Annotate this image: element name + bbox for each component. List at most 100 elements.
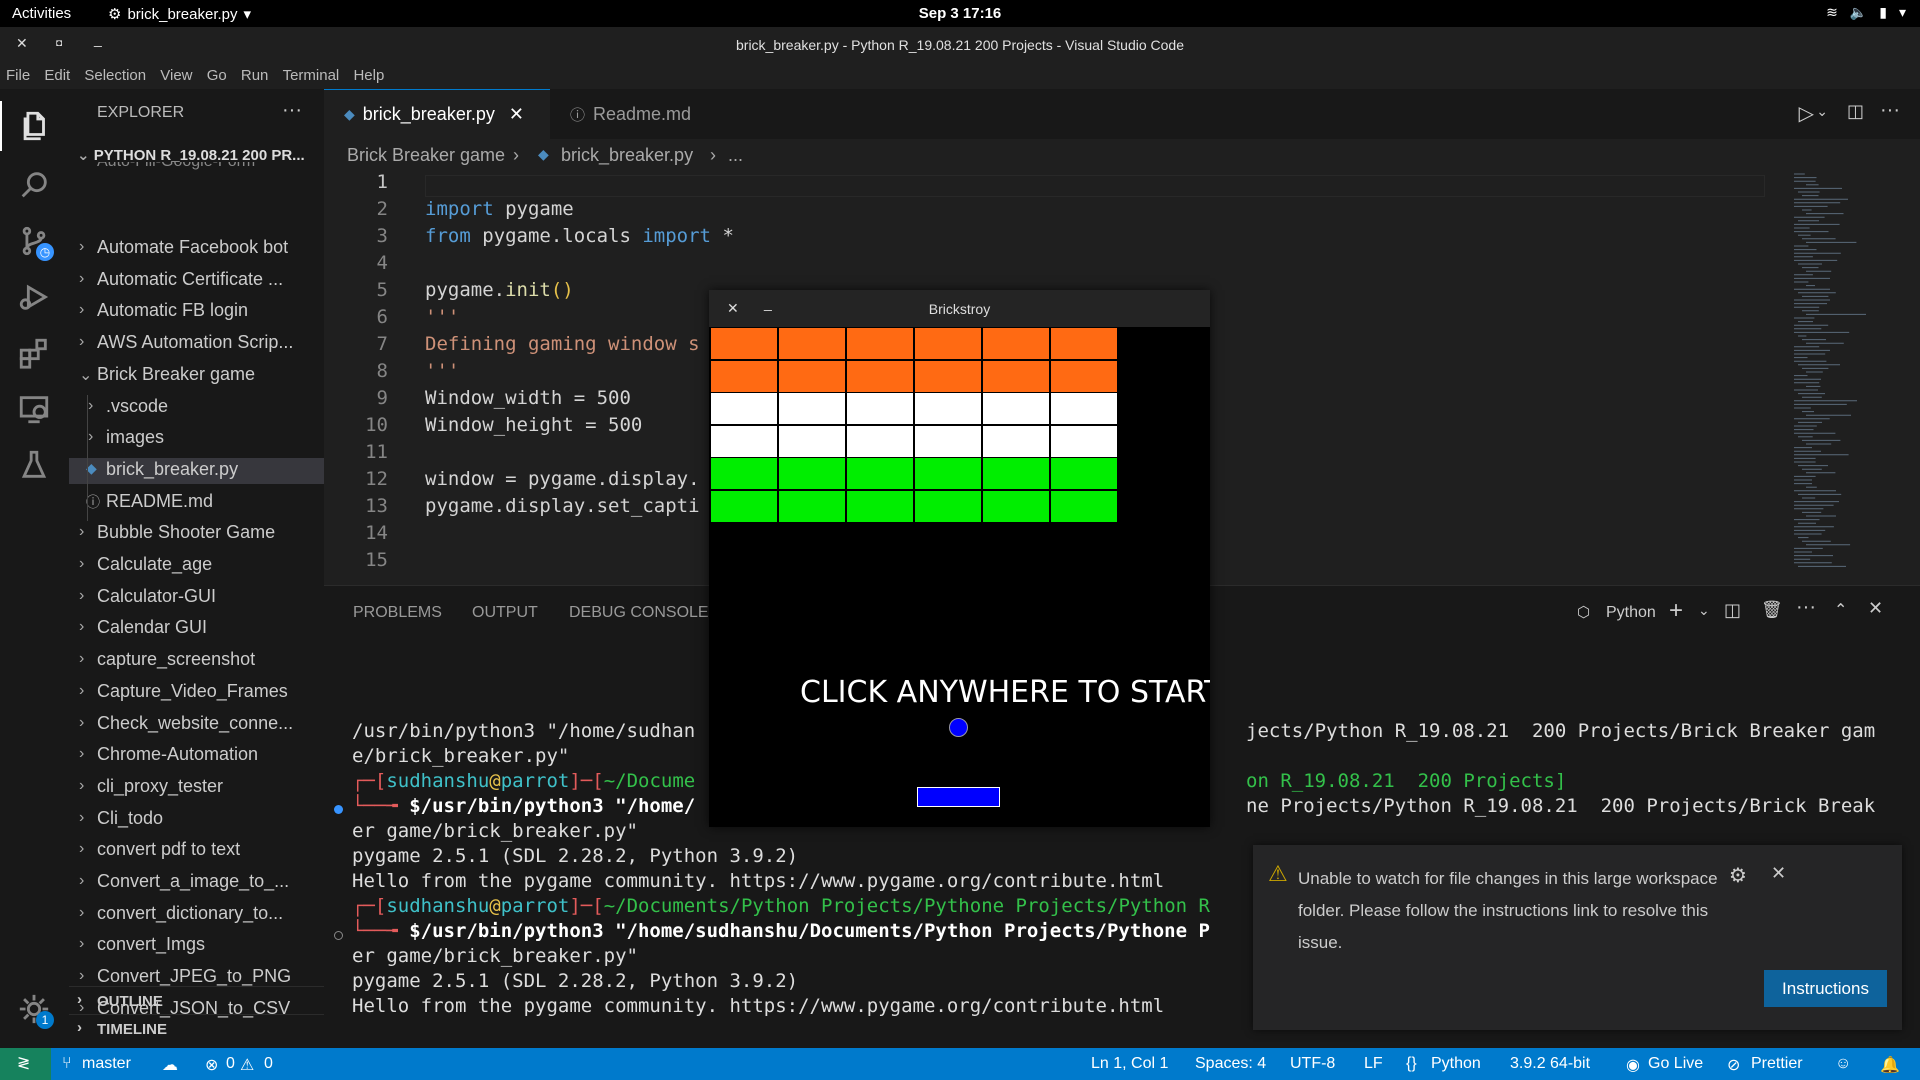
language-mode[interactable]: Python <box>1431 1055 1481 1073</box>
tab-debug-console[interactable]: DEBUG CONSOLE <box>569 604 709 622</box>
prettier-status[interactable]: Prettier <box>1751 1055 1803 1073</box>
run-file-icon[interactable]: ▷ <box>1799 101 1814 126</box>
tree-item[interactable]: › Check_website_conne... <box>69 712 324 738</box>
tab-problems[interactable]: PROBLEMS <box>353 604 442 622</box>
tree-item[interactable]: › .vscode <box>69 395 324 421</box>
tree-item[interactable]: › Capture_Video_Frames <box>69 680 324 706</box>
tree-item[interactable]: › Bubble Shooter Game <box>69 521 324 547</box>
source-control-activity[interactable]: ◷ <box>14 221 54 261</box>
close-icon[interactable]: ✕ <box>509 104 524 125</box>
split-editor-icon[interactable]: ◫ <box>1847 101 1864 122</box>
app-menu[interactable]: ⚙ brick_breaker.py ▾ <box>108 5 251 24</box>
outline-section[interactable]: › OUTLINE <box>69 986 324 1014</box>
activities-button[interactable]: Activities <box>12 5 71 22</box>
chevron-down-icon[interactable]: ⌄ <box>1816 103 1828 120</box>
gear-icon[interactable]: ⚙ <box>1729 863 1747 888</box>
tree-item[interactable]: › convert pdf to text <box>69 838 324 864</box>
split-terminal-icon[interactable]: ◫ <box>1724 600 1741 621</box>
more-actions-icon[interactable]: ··· <box>1880 99 1900 122</box>
trash-icon[interactable]: 🗑 <box>1761 600 1783 620</box>
tree-item[interactable]: › Calculator-GUI <box>69 585 324 611</box>
chevron-right-icon: › <box>88 396 94 414</box>
testing-activity[interactable] <box>14 445 54 485</box>
run-debug-activity[interactable] <box>14 277 54 317</box>
timeline-section[interactable]: › TIMELINE <box>69 1014 324 1042</box>
encoding[interactable]: UTF-8 <box>1290 1055 1335 1073</box>
tree-item[interactable]: ◆ brick_breaker.py <box>69 457 324 484</box>
menu-selection[interactable]: Selection <box>84 67 146 84</box>
menu-go[interactable]: Go <box>207 67 227 84</box>
tree-item[interactable]: › convert_Imgs <box>69 933 324 959</box>
tree-item[interactable]: › Calendar GUI <box>69 616 324 642</box>
remote-indicator[interactable]: ≷ <box>0 1048 51 1080</box>
end-of-line[interactable]: LF <box>1364 1055 1383 1073</box>
menu-edit[interactable]: Edit <box>44 67 70 84</box>
tab-brick-breaker[interactable]: ◆ brick_breaker.py ✕ <box>324 89 550 139</box>
indentation[interactable]: Spaces: 4 <box>1195 1055 1266 1073</box>
manage-activity[interactable]: 1 <box>14 989 54 1029</box>
search-activity[interactable] <box>14 165 54 205</box>
tree-item[interactable]: › capture_screenshot <box>69 648 324 674</box>
tree-item[interactable]: › Automatic Certificate ... <box>69 268 324 294</box>
chevron-right-icon: › <box>79 681 85 699</box>
tree-item[interactable]: › cli_proxy_tester <box>69 775 324 801</box>
interpreter[interactable]: 3.9.2 64-bit <box>1510 1055 1590 1073</box>
remote-explorer-activity[interactable] <box>14 389 54 429</box>
menu-terminal[interactable]: Terminal <box>283 67 340 84</box>
tree-item[interactable]: › convert_dictionary_to... <box>69 902 324 928</box>
sync-icon[interactable]: ☁ <box>162 1055 178 1075</box>
window-title-bar: ✕ ◘ _ brick_breaker.py - Python R_19.08.… <box>0 27 1920 61</box>
tree-item[interactable]: › AWS Automation Scrip... <box>69 331 324 357</box>
shell-name[interactable]: Python <box>1606 604 1656 622</box>
more-actions-icon[interactable]: ··· <box>1796 596 1816 619</box>
chevron-down-icon[interactable]: ⌄ <box>1698 602 1710 619</box>
command-success-dot[interactable] <box>334 805 343 814</box>
instructions-button[interactable]: Instructions <box>1764 970 1887 1007</box>
breadcrumb-folder[interactable]: Brick Breaker game <box>347 145 505 166</box>
tree-item[interactable]: › Automatic FB login <box>69 299 324 325</box>
tree-item[interactable]: › Cli_todo <box>69 807 324 833</box>
tree-item[interactable]: ⓘ README.md <box>69 490 324 516</box>
chevron-right-icon: › <box>79 650 85 668</box>
menu-file[interactable]: File <box>6 67 30 84</box>
minimap[interactable] <box>1784 171 1904 581</box>
extensions-activity[interactable] <box>14 333 54 373</box>
menu-run[interactable]: Run <box>241 67 269 84</box>
bell-icon[interactable]: 🔔 <box>1880 1055 1900 1075</box>
breadcrumb-file[interactable]: brick_breaker.py <box>561 145 693 166</box>
maximize-panel-icon[interactable]: ⌃ <box>1834 600 1847 620</box>
close-icon[interactable]: ✕ <box>1771 863 1786 884</box>
tree-item[interactable]: › images <box>69 426 324 452</box>
new-terminal-icon[interactable]: + <box>1669 597 1683 625</box>
tree-item[interactable]: › Calculate_age <box>69 553 324 579</box>
menu-view[interactable]: View <box>160 67 192 84</box>
menu-help[interactable]: Help <box>353 67 384 84</box>
partial-row[interactable]: Auto-Fill-Google-Form <box>69 162 324 174</box>
tab-output[interactable]: OUTPUT <box>472 604 538 622</box>
breadcrumb-more[interactable]: ... <box>728 145 743 166</box>
warning-count[interactable]: 0 <box>264 1055 273 1073</box>
close-panel-icon[interactable]: ✕ <box>1868 598 1883 619</box>
tree-item-label: Brick Breaker game <box>97 363 256 384</box>
terminal-shell-icon: ⬡ <box>1577 604 1591 621</box>
cursor-position[interactable]: Ln 1, Col 1 <box>1091 1055 1168 1073</box>
branch-name[interactable]: master <box>82 1055 131 1073</box>
go-live-button[interactable]: Go Live <box>1648 1055 1703 1073</box>
tree-item[interactable]: ⌄ Brick Breaker game <box>69 363 324 389</box>
more-actions-icon[interactable]: ··· <box>282 99 302 122</box>
command-pending-dot[interactable] <box>334 931 343 940</box>
pygame-window[interactable]: ✕ _ Brickstroy CLICK ANYWHERE TO START <box>709 290 1210 827</box>
system-tray[interactable]: ≋ 🔈 ▮ ▾ <box>1826 4 1906 21</box>
feedback-icon[interactable]: ☺ <box>1835 1055 1851 1073</box>
notification-toast: ⚠ Unable to watch for file changes in th… <box>1253 845 1902 1030</box>
chevron-down-icon: ⌄ <box>79 366 93 384</box>
error-count[interactable]: 0 <box>226 1055 235 1073</box>
tree-item[interactable]: › Automate Facebook bot <box>69 236 324 262</box>
tab-readme[interactable]: ⓘ Readme.md <box>550 89 744 139</box>
explorer-activity[interactable] <box>0 101 69 151</box>
terminal-output[interactable]: /usr/bin/python3 "/home/sudhan jects/Pyth… <box>352 720 1875 1028</box>
tree-item[interactable]: › Chrome-Automation <box>69 743 324 769</box>
tree-item[interactable]: › Convert_a_image_to_... <box>69 870 324 896</box>
brick <box>914 327 982 360</box>
clock[interactable]: Sep 3 17:16 <box>0 5 1920 22</box>
